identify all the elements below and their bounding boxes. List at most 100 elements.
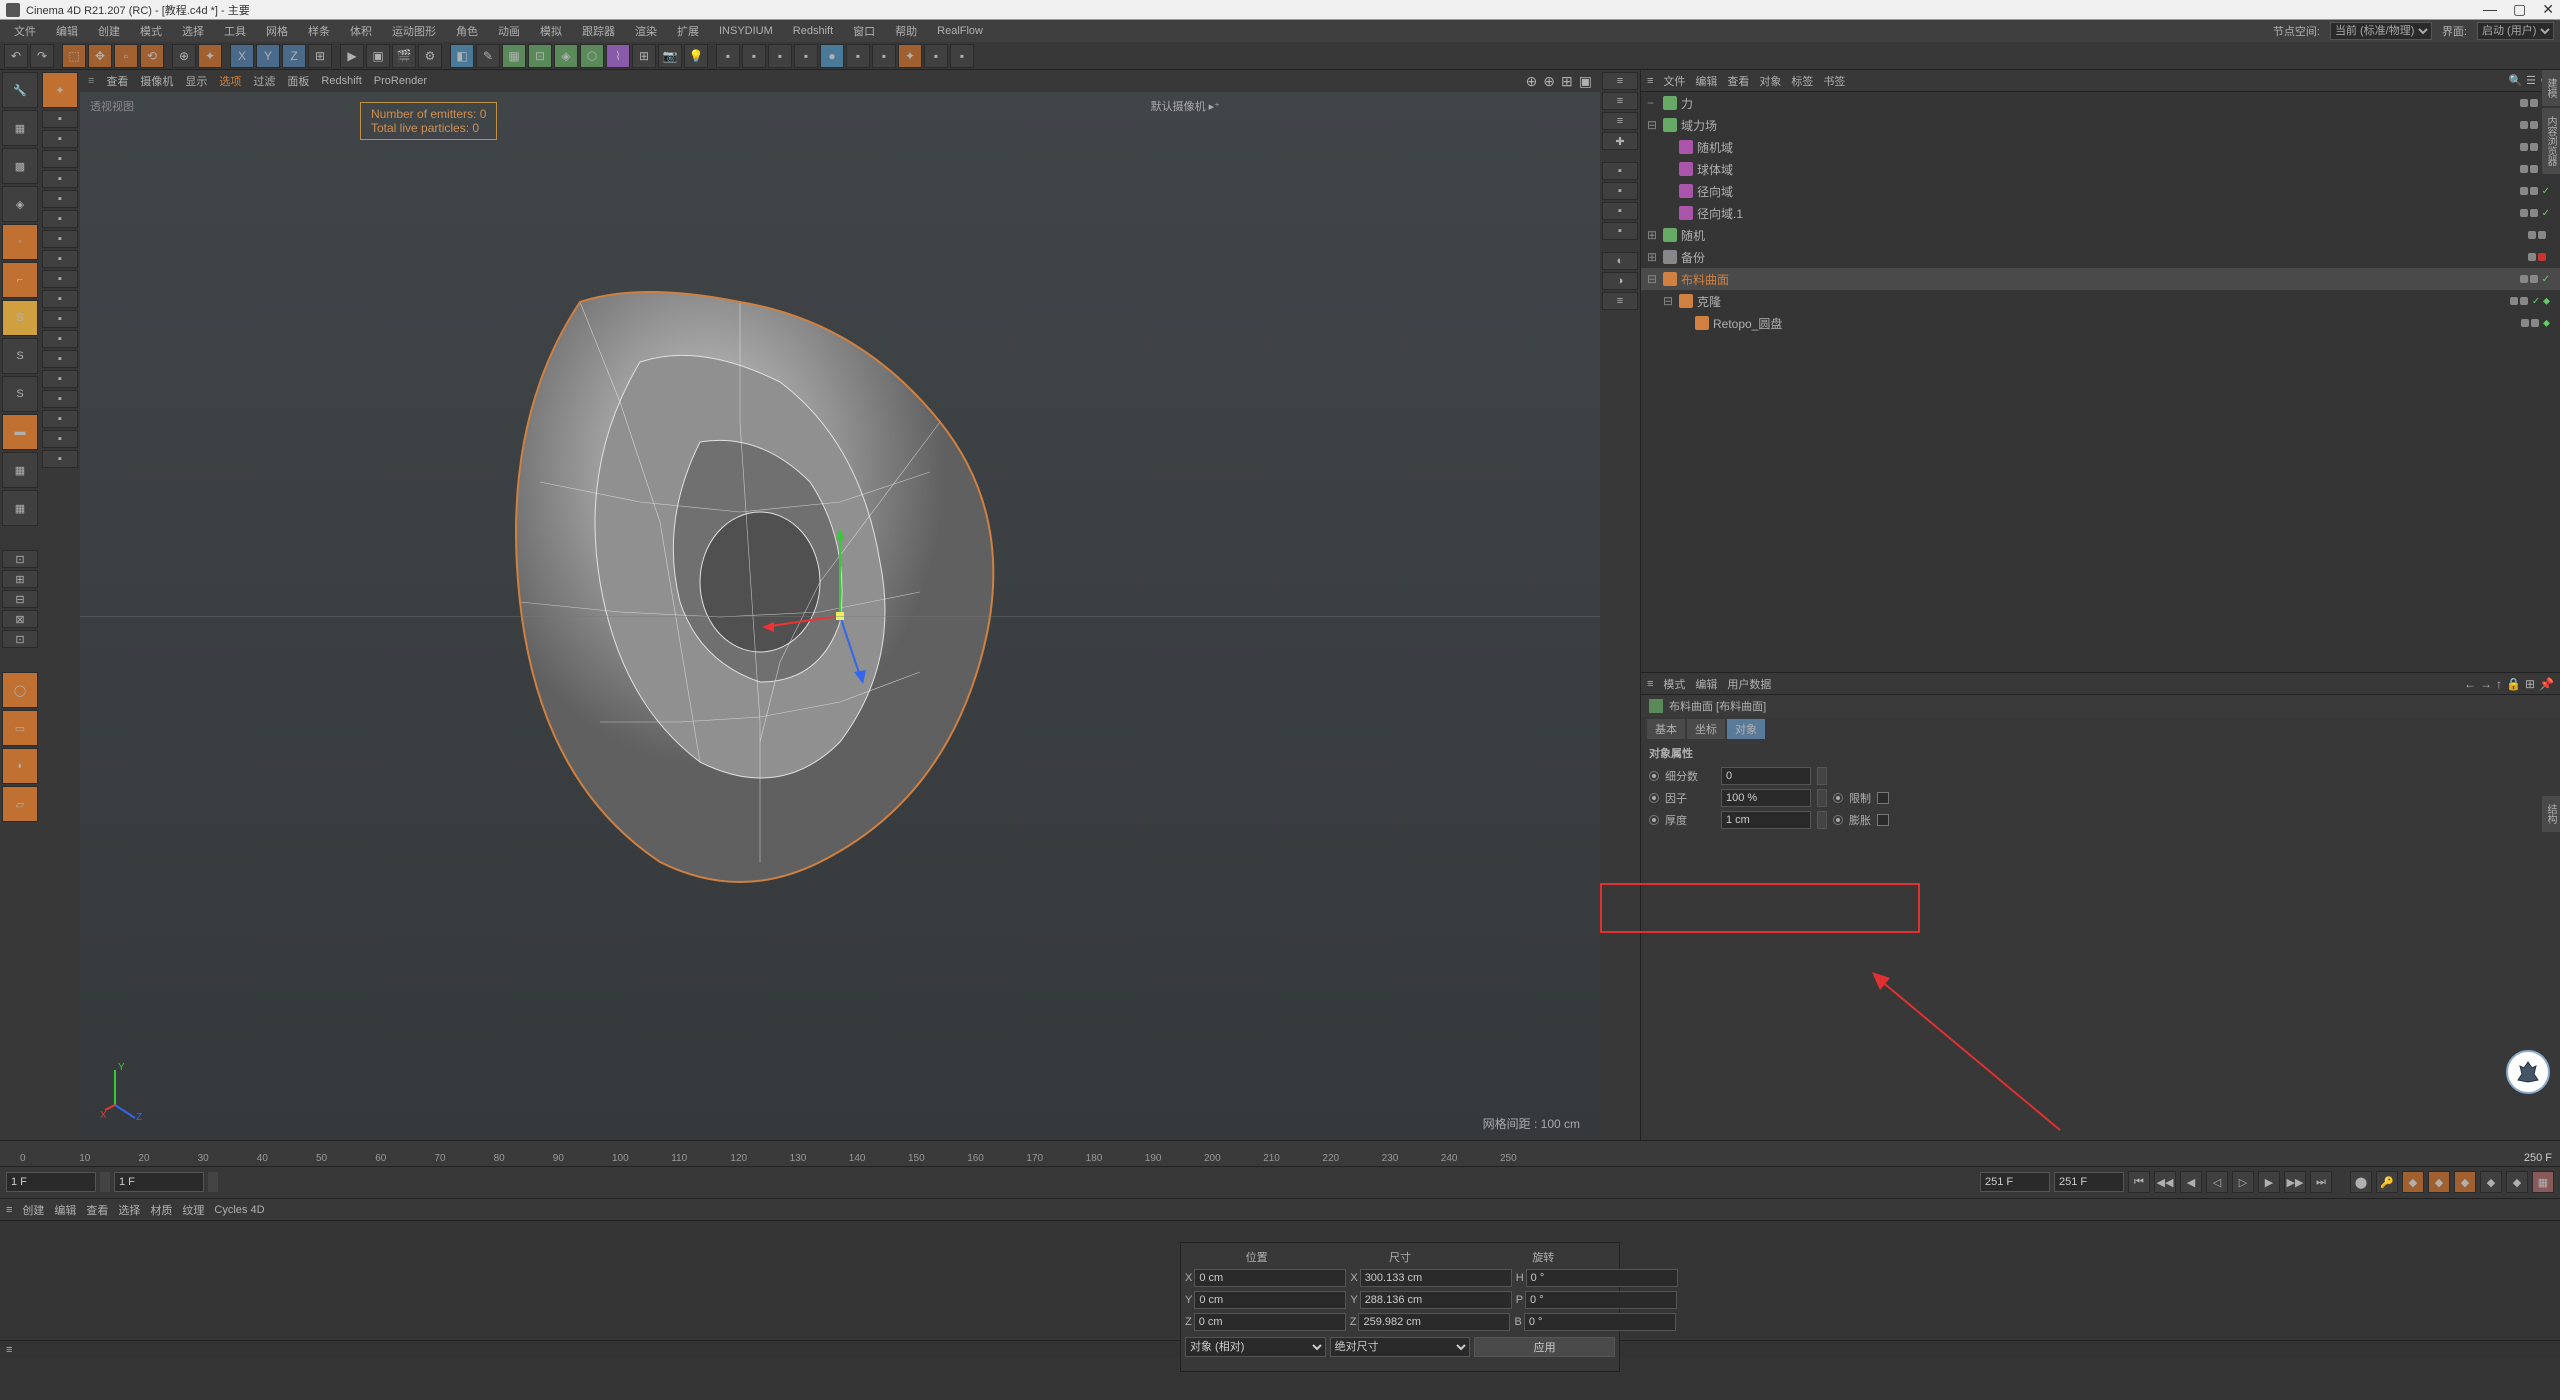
range-end1[interactable] [1980,1172,2050,1192]
spline-s3[interactable]: S [2,376,38,412]
pal-a3[interactable]: ▪ [42,150,78,168]
rs-b2[interactable]: ▪ [1602,182,1638,200]
pos-Z[interactable] [1194,1313,1346,1331]
goto-end[interactable]: ⏭ [2310,1171,2332,1193]
poly-mode[interactable]: ▬ [2,414,38,450]
key-scale[interactable]: ◆ [2428,1171,2450,1193]
current-frame-input[interactable] [114,1172,204,1192]
coord-size-mode-select[interactable]: 绝对尺寸 [1330,1337,1471,1357]
menu-file[interactable]: 文件 [6,21,44,41]
vis-render[interactable] [2530,99,2538,107]
menu-select[interactable]: 选择 [174,21,212,41]
vp-menu-display[interactable]: 显示 [185,73,207,89]
menu-volume[interactable]: 体积 [342,21,380,41]
object-name[interactable]: 随机 [1681,227,1811,244]
pal-a1[interactable]: ▪ [42,110,78,128]
insydium-btn3[interactable]: ▪ [768,44,792,68]
rs-btn4[interactable]: ✦ [898,44,922,68]
factor-spinner[interactable] [1817,789,1827,807]
pal-a5[interactable]: ▪ [42,190,78,208]
key-rot[interactable]: ◆ [2454,1171,2476,1193]
object-name[interactable]: 力 [1681,95,1811,112]
texture-mode[interactable]: ▩ [2,148,38,184]
am-nav-fwd[interactable]: → [2480,677,2492,691]
am-menu-mode[interactable]: 模式 [1663,676,1685,692]
menu-create[interactable]: 创建 [90,21,128,41]
object-row[interactable]: ⊟域力场✓ [1641,114,2560,136]
rs-btn2[interactable]: ▪ [846,44,870,68]
vis-editor[interactable] [2520,99,2528,107]
vis-editor[interactable] [2520,143,2528,151]
menu-help[interactable]: 帮助 [887,21,925,41]
close-button[interactable]: ✕ [2542,1,2554,18]
object-name[interactable]: 径向域 [1697,183,1827,200]
vp-menu-prorender[interactable]: ProRender [374,75,427,87]
workplane-mode[interactable]: ◈ [2,186,38,222]
menu-render[interactable]: 渲染 [627,21,665,41]
light-button[interactable]: 💡 [684,44,708,68]
vis-editor[interactable] [2520,187,2528,195]
layout-select[interactable]: 启动 (用户) [2477,22,2554,40]
primitive-cube[interactable]: ◧ [450,44,474,68]
insydium-btn2[interactable]: ▪ [742,44,766,68]
vis-render[interactable] [2531,319,2539,327]
object-name[interactable]: 备份 [1681,249,1811,266]
attr-tab-basic[interactable]: 基本 [1647,719,1685,739]
tree-toggle[interactable]: ⊞ [1647,228,1659,242]
menu-character[interactable]: 角色 [448,21,486,41]
vis-render[interactable] [2520,297,2528,305]
rot-P[interactable] [1525,1291,1677,1309]
pal-a14[interactable]: ▪ [42,370,78,388]
autokey[interactable]: 🔑 [2376,1171,2398,1193]
vp-menu-camera[interactable]: 摄像机 [140,73,173,89]
mat-create[interactable]: 创建 [22,1202,44,1218]
vis-render[interactable] [2530,187,2538,195]
rs-c1[interactable]: ◐ [1602,252,1638,270]
key-pos[interactable]: ◆ [2402,1171,2424,1193]
generator-extrude[interactable]: ◈ [554,44,578,68]
next-frame[interactable]: ▶ [2258,1171,2280,1193]
vis-editor[interactable] [2520,275,2528,283]
coord-mode-select[interactable]: 对象 (相对) [1185,1337,1326,1357]
key-param[interactable]: ◆ [2480,1171,2502,1193]
vp-menu-filter[interactable]: 过滤 [253,73,275,89]
pal-a10[interactable]: ▪ [42,290,78,308]
mat-select[interactable]: 选择 [118,1202,140,1218]
generator-subdiv[interactable]: ▦ [502,44,526,68]
subdiv-anim-dot[interactable] [1649,771,1659,781]
tree-toggle[interactable]: − [1647,96,1659,110]
object-row[interactable]: 径向域✓ [1641,180,2560,202]
pos-X[interactable] [1194,1269,1346,1287]
timeline-ruler[interactable]: 250 F 0102030405060708090100110120130140… [0,1141,2560,1167]
vp-menu-view[interactable]: 查看 [106,73,128,89]
obj-axis[interactable]: ✦ [42,72,78,108]
goto-start[interactable]: ⏮ [2128,1171,2150,1193]
pal-a16[interactable]: ▪ [42,410,78,428]
key-pla[interactable]: ◆ [2506,1171,2528,1193]
world-axis[interactable]: ⊞ [308,44,332,68]
cf-spinner[interactable] [208,1172,218,1192]
pal-a2[interactable]: ▪ [42,130,78,148]
make-editable[interactable]: 🔧 [2,72,38,108]
vis-editor[interactable] [2510,297,2518,305]
object-name[interactable]: 随机域 [1697,139,1827,156]
subdiv-input[interactable] [1721,767,1811,785]
size-X[interactable] [1360,1269,1512,1287]
object-name[interactable]: 布料曲面 [1681,271,1811,288]
object-row[interactable]: ⊞备份 [1641,246,2560,268]
snap-toggle[interactable]: ⊡ [2,550,38,568]
last-tool[interactable]: ⊕ [172,44,196,68]
rotate-tool[interactable]: ⟲ [140,44,164,68]
om-menu-tags[interactable]: 标签 [1791,73,1813,89]
vis-editor[interactable] [2528,253,2536,261]
viewport-3d[interactable]: 透视视图 Number of emitters: 0 Total live pa… [80,92,1600,1140]
menu-insydium[interactable]: INSYDIUM [711,23,781,39]
vis-render[interactable] [2530,275,2538,283]
insydium-btn4[interactable]: ▪ [794,44,818,68]
minimize-button[interactable]: — [2483,1,2497,18]
point-mode[interactable]: ◦ [2,224,38,260]
generator-array[interactable]: ⊡ [528,44,552,68]
x-axis-toggle[interactable]: X [230,44,254,68]
om-menu-objects[interactable]: 对象 [1759,73,1781,89]
size-Z[interactable] [1358,1313,1510,1331]
